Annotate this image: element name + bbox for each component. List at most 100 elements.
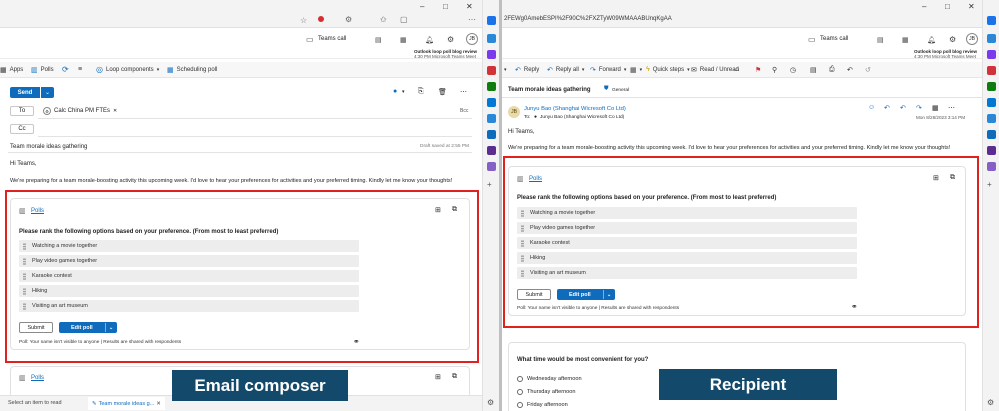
more-icon[interactable]: ⋯ xyxy=(948,104,955,112)
emoji-icon[interactable]: ☺ xyxy=(868,104,875,111)
tag-button[interactable]: ⌂ xyxy=(735,62,739,77)
app-icon[interactable] xyxy=(987,146,996,155)
reply-all-button[interactable]: ↶ Reply all ▾ xyxy=(547,62,584,77)
app-icon[interactable] xyxy=(987,114,996,123)
maximize-icon[interactable]: □ xyxy=(945,2,950,11)
bell-icon[interactable]: 🔔︎ xyxy=(927,36,936,44)
bing-icon[interactable] xyxy=(487,16,496,25)
app-icon[interactable]: ▤ xyxy=(877,36,884,44)
address-bar-url[interactable]: 2FEWg0AmebESPI%2F90C%2FXZTyW09WMAAABUnqK… xyxy=(504,16,672,22)
reply-button[interactable]: ↶ Reply xyxy=(515,62,539,77)
snooze-button[interactable]: ◷ xyxy=(790,62,796,77)
send-button[interactable]: Send xyxy=(10,87,40,98)
reply-button-2[interactable]: ↶ xyxy=(847,62,853,77)
app-icon[interactable] xyxy=(487,146,496,155)
avatar[interactable]: JB xyxy=(466,33,478,45)
draft-tab[interactable]: ✎ Team morale ideas g... ✕ xyxy=(88,397,165,410)
radio-icon[interactable] xyxy=(517,402,523,408)
app-icon[interactable] xyxy=(987,50,996,59)
minimize-icon[interactable]: – xyxy=(420,2,424,11)
browser-menu-icon[interactable]: ⋯ xyxy=(468,15,476,24)
app-icon[interactable] xyxy=(987,98,996,107)
close-icon[interactable]: ✕ xyxy=(968,2,975,11)
print-button[interactable]: ⎙ xyxy=(829,62,835,77)
minimize-icon[interactable]: – xyxy=(922,2,926,11)
sensitivity-icon[interactable]: ● xyxy=(393,88,397,95)
read-unread-button[interactable]: ✉ Read / Unread xyxy=(691,62,739,77)
bcc-button[interactable]: Bcc xyxy=(460,108,468,114)
body-text[interactable]: We're preparing for a team morale-boosti… xyxy=(10,178,452,184)
reply-icon[interactable]: ↶ xyxy=(884,104,890,112)
app-icon[interactable] xyxy=(487,50,496,59)
extension-icon[interactable] xyxy=(318,16,324,22)
undo-button[interactable]: ↺ xyxy=(865,62,871,77)
app-icon[interactable] xyxy=(487,130,496,139)
app-icon[interactable] xyxy=(987,162,996,171)
app-icon[interactable] xyxy=(487,34,496,43)
teams-call-button[interactable]: Teams call xyxy=(318,36,346,42)
app-icon[interactable] xyxy=(987,82,996,91)
flag-button[interactable]: ⚑ xyxy=(755,62,761,77)
close-icon[interactable]: ✕ xyxy=(156,401,161,407)
app-icon[interactable] xyxy=(987,130,996,139)
ribbon-scheduling-poll[interactable]: ▦ Scheduling poll xyxy=(167,62,217,77)
reply-all-icon[interactable]: ↶ xyxy=(900,104,906,112)
recipient-chip[interactable]: ⚙ Calc China PM FTEs ✕ xyxy=(40,106,120,116)
app-icon[interactable] xyxy=(487,162,496,171)
quick-steps-button[interactable]: ϟ Quick steps ▾ xyxy=(646,62,690,77)
ribbon-apps[interactable]: ▦ Apps xyxy=(0,62,23,77)
close-icon[interactable]: ✕ xyxy=(466,2,473,11)
gear-icon[interactable]: ⚙ xyxy=(447,35,454,44)
gear-icon[interactable]: ⚙ xyxy=(949,35,956,44)
settings-icon[interactable]: ⚙ xyxy=(987,398,994,407)
app-icon[interactable] xyxy=(487,98,496,107)
remove-icon[interactable]: ✕ xyxy=(113,108,117,114)
app-icon[interactable] xyxy=(987,34,996,43)
policy-button[interactable]: ▤ xyxy=(810,62,817,77)
add-icon[interactable]: + xyxy=(987,180,992,189)
ribbon-polls[interactable]: ▥ Polls xyxy=(31,62,54,77)
bell-icon[interactable]: 🔔︎ xyxy=(425,36,434,44)
send-options-button[interactable]: ⌄ xyxy=(41,87,54,98)
favorites-icon[interactable]: ✩ xyxy=(380,15,387,24)
settings-icon[interactable]: ⚙ xyxy=(487,398,494,407)
forward-button[interactable]: ↷ Forward ▾ xyxy=(590,62,626,77)
apps-icon[interactable]: ▦ xyxy=(932,104,939,112)
app-icon[interactable]: ▦ xyxy=(902,36,909,44)
app-icon[interactable] xyxy=(487,66,496,75)
radio-option[interactable]: Wednesday afternoon xyxy=(517,376,582,382)
ribbon-more[interactable]: ▾ xyxy=(504,62,507,77)
app-icon[interactable] xyxy=(487,114,496,123)
star-icon[interactable]: ☆ xyxy=(300,16,307,25)
poll-label-link[interactable]: Polls xyxy=(31,375,44,381)
teams-call-button[interactable]: Teams call xyxy=(820,36,848,42)
app-icon[interactable] xyxy=(987,66,996,75)
add-icon[interactable]: + xyxy=(487,180,492,189)
sender-avatar[interactable]: JB xyxy=(508,106,520,118)
ribbon-app[interactable]: ▦ ▾ xyxy=(630,62,642,77)
video-icon[interactable]: ▭ xyxy=(808,35,816,44)
copy-icon[interactable]: ⧉ xyxy=(452,373,457,381)
radio-option[interactable]: Friday afternoon xyxy=(517,402,568,408)
to-button[interactable]: To xyxy=(10,106,34,116)
app-icon[interactable] xyxy=(487,82,496,91)
video-icon[interactable]: ▭ xyxy=(306,35,314,44)
radio-option[interactable]: Thursday afternoon xyxy=(517,389,576,395)
sender-name[interactable]: Junyu Bao (Shanghai Wicresoft Co Ltd) xyxy=(524,106,626,112)
subject-field[interactable]: Team morale ideas gathering xyxy=(10,144,87,150)
avatar[interactable]: JB xyxy=(966,33,978,45)
app-icon[interactable]: ▦ xyxy=(400,36,407,44)
forward-icon[interactable]: ↷ xyxy=(916,104,922,112)
grid-icon[interactable]: ⊞ xyxy=(435,373,441,381)
chevron-down-icon[interactable]: ▾ xyxy=(402,89,405,95)
more-icon[interactable]: ⋯ xyxy=(460,88,467,96)
settings-icon[interactable]: ⚙ xyxy=(345,15,352,24)
delete-icon[interactable]: 🗑︎ xyxy=(438,88,447,96)
attach-icon[interactable]: ⎘ xyxy=(418,88,424,96)
pin-button[interactable]: ⚲ xyxy=(772,62,777,77)
to-name[interactable]: Junyu Bao (Shanghai Wicresoft Co Ltd) xyxy=(540,115,624,120)
maximize-icon[interactable]: □ xyxy=(443,2,448,11)
ribbon-loop-components[interactable]: ◎ Loop components ▾ xyxy=(96,62,159,77)
ribbon-toolbar[interactable]: ≡ xyxy=(78,62,82,77)
bing-icon[interactable] xyxy=(987,16,996,25)
